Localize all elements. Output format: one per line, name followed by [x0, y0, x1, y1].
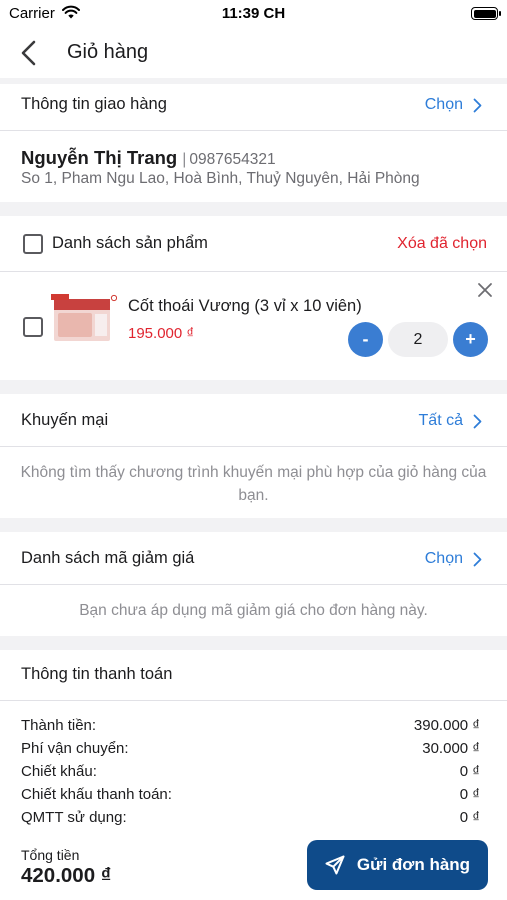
section-gap [0, 202, 507, 216]
total-value: 420.000 ₫ [21, 864, 112, 887]
payment-title: Thông tin thanh toán [21, 665, 173, 683]
payment-row-label: Phí vận chuyển: [21, 740, 129, 757]
product-price: 195.000 ₫ [128, 325, 195, 342]
payment-row-value: 0 ₫ [459, 786, 480, 803]
chevron-right-icon [473, 98, 482, 112]
payment-row-value: 0 ₫ [459, 809, 480, 826]
promotions-title: Khuyến mại [21, 411, 109, 429]
status-bar: Carrier 11:39 CH [0, 0, 507, 28]
divider [0, 700, 507, 701]
promotions-empty-message: Không tìm thấy chương trình khuyến mại p… [20, 464, 487, 504]
customer-info: Nguyễn Thị Trang | 0987654321 [21, 147, 276, 169]
coupons-choose-label: Chọn [424, 550, 463, 567]
divider [0, 446, 507, 447]
submit-order-button[interactable]: Gửi đơn hàng [307, 840, 488, 890]
send-icon [325, 855, 345, 875]
clock: 11:39 CH [221, 5, 286, 22]
section-gap [0, 380, 507, 394]
products-title: Danh sách sản phẩm [52, 234, 208, 252]
name-separator: | [182, 151, 187, 168]
customer-name: Nguyễn Thị Trang [21, 147, 178, 168]
section-gap [0, 78, 507, 84]
product-checkbox[interactable] [23, 317, 43, 337]
payment-row-label: Thành tiền: [21, 717, 97, 734]
coupons-title: Danh sách mã giảm giá [21, 549, 195, 567]
payment-row-label: Chiết khấu thanh toán: [21, 786, 172, 803]
page-title: Giỏ hàng [67, 41, 149, 63]
submit-order-label: Gửi đơn hàng [356, 855, 471, 874]
decrease-quantity-button[interactable]: - [348, 322, 383, 357]
divider [0, 584, 507, 585]
shipping-choose-link[interactable]: Chọn [425, 96, 482, 114]
payment-row-value: 390.000 ₫ [413, 717, 480, 734]
payment-row-value: 30.000 ₫ [422, 740, 480, 757]
shipping-choose-label: Chọn [424, 96, 463, 113]
increase-quantity-button[interactable]: + [453, 322, 488, 357]
battery-icon [471, 7, 501, 20]
payment-row-label: Chiết khấu: [21, 763, 97, 780]
nav-bar: Giỏ hàng [0, 28, 507, 78]
quantity-input[interactable]: 2 [388, 322, 448, 357]
product-name: Cốt thoái Vương (3 vỉ x 10 viên) [128, 297, 362, 315]
section-gap [0, 636, 507, 650]
product-image [51, 294, 117, 341]
promotions-all-link[interactable]: Tất cả [419, 412, 482, 430]
chevron-right-icon [473, 414, 482, 428]
coupons-empty-message: Bạn chưa áp dụng mã giảm giá cho đơn hàn… [79, 602, 428, 619]
coupons-choose-link[interactable]: Chọn [425, 550, 482, 568]
payment-row-label: QMTT sử dụng: [21, 809, 127, 826]
payment-row-value: 0 ₫ [459, 763, 480, 780]
clear-selected-button[interactable]: Xóa đã chọn [397, 235, 487, 253]
select-all-checkbox[interactable] [23, 234, 43, 254]
customer-phone: 0987654321 [189, 151, 276, 168]
total-label: Tổng tiền [21, 847, 80, 863]
close-icon[interactable] [477, 282, 493, 298]
shipping-title: Thông tin giao hàng [21, 95, 167, 113]
section-gap [0, 518, 507, 532]
promotions-all-label: Tất cả [418, 412, 463, 429]
chevron-right-icon [473, 552, 482, 566]
divider [0, 271, 507, 272]
divider [0, 130, 507, 131]
back-chevron-icon[interactable] [18, 40, 40, 66]
customer-address: So 1, Pham Ngu Lao, Hoà Bình, Thuỷ Nguyê… [21, 170, 420, 187]
